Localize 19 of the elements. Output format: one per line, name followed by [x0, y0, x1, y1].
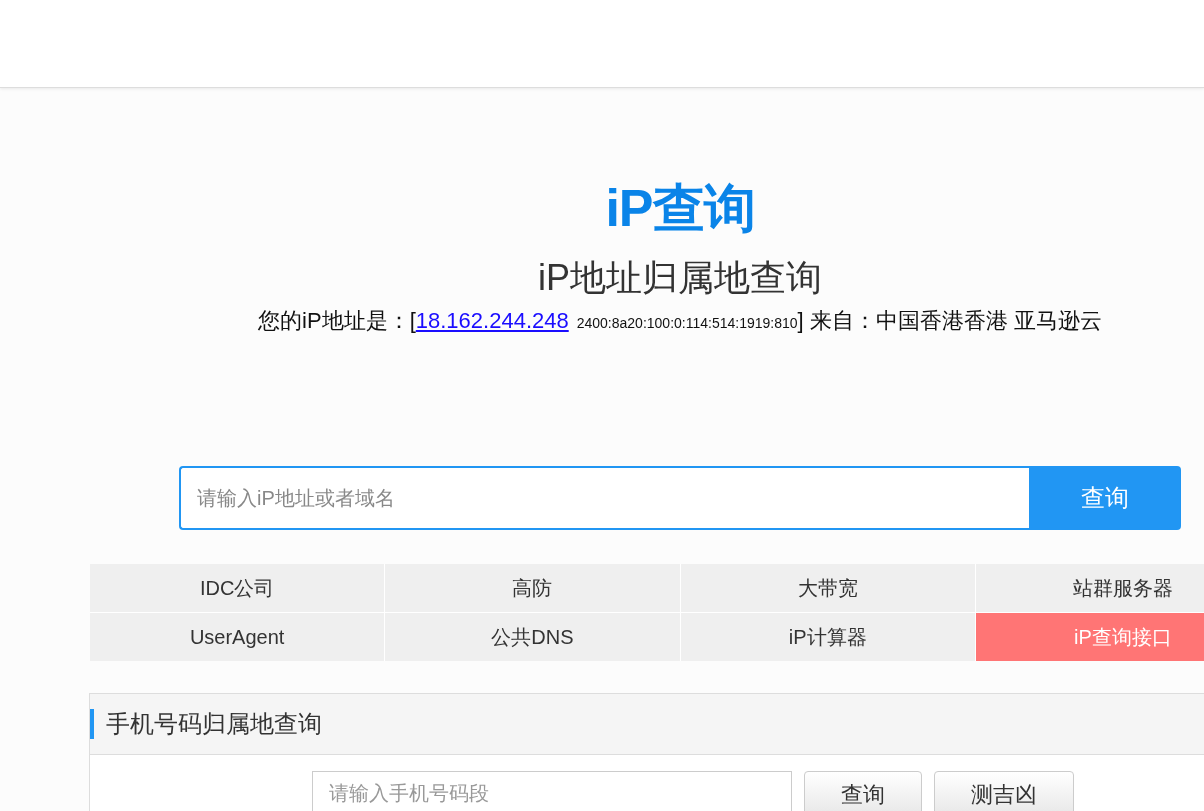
panel-button[interactable]: 测吉凶 — [934, 771, 1074, 811]
nav-link[interactable]: IDC公司 — [90, 564, 385, 612]
ip-search-field[interactable]: 请输入iP地址或者域名 — [179, 466, 1029, 530]
phone-input-field[interactable]: 请输入手机号码段 — [312, 771, 792, 811]
ipv4-link[interactable]: 18.162.244.248 — [415, 308, 569, 334]
panel-title: 手机号码归属地查询 — [106, 709, 322, 739]
ip-label: 您的iP地址是：[ — [258, 307, 416, 335]
nav-link[interactable]: iP计算器 — [680, 613, 975, 661]
nav-link[interactable]: 高防 — [385, 564, 680, 612]
page-title: iP地址归属地查询 — [538, 256, 822, 300]
nav-link[interactable]: UserAgent — [90, 613, 385, 661]
site-logo[interactable]: iP查询 — [605, 178, 755, 238]
accent-bar — [90, 709, 94, 739]
location-text: ] 来自：中国香港香港 亚马逊云 — [797, 307, 1102, 335]
ipv6-text: 2400:8a20:100:0:114:514:1919:810 — [576, 315, 798, 331]
nav-link[interactable]: 站群服务器 — [975, 564, 1204, 612]
panel-button[interactable]: 查询 — [804, 771, 922, 811]
nav-link[interactable]: 大带宽 — [680, 564, 975, 612]
nav-link[interactable]: 公共DNS — [385, 613, 680, 661]
